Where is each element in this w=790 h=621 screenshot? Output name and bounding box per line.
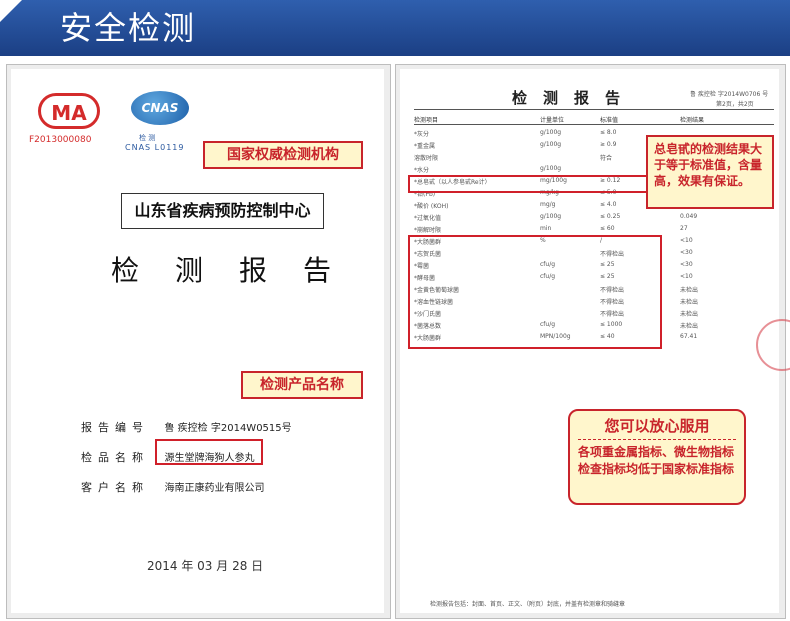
result-page-count: 第2页，共2页: [716, 101, 754, 108]
table-cell: *灰分: [414, 131, 430, 138]
field-label: 客户名称: [81, 481, 149, 494]
cma-code: F2013000080: [29, 135, 92, 145]
table-cell: *过氧化值: [414, 215, 442, 222]
table-cell: *水分: [414, 167, 430, 174]
authority-callout-text: 国家权威检测机构: [227, 147, 339, 163]
section-header: 安全检测: [0, 0, 790, 56]
product-callout-text: 检测产品名称: [260, 377, 344, 393]
organization-name: 山东省疾病预防控制中心: [121, 193, 324, 229]
table-cell: 67.41: [680, 333, 698, 340]
cnas-code: CNAS L0119: [125, 143, 185, 152]
field-value: 鲁 疾控检 字2014W0515号: [164, 423, 292, 434]
table-cell: mg/g: [540, 201, 556, 208]
table-cell: ≤ 8.0: [600, 129, 617, 136]
table-row: *过氧化值 g/100g ≤ 0.25 0.049: [400, 213, 790, 223]
table-header-rule: [414, 124, 774, 125]
saponin-highlight: [408, 175, 662, 193]
field-value: 海南正康药业有限公司: [164, 483, 265, 494]
table-cell: ≤ 60: [600, 225, 615, 232]
table-cell: <30: [680, 249, 693, 256]
cnas-logo: CNAS: [131, 91, 189, 125]
table-cell: g/100g: [540, 213, 562, 220]
report-title: 检测报告: [111, 254, 368, 287]
client-name-row: 客户名称 海南正康药业有限公司: [81, 479, 265, 495]
microbe-highlight: [408, 235, 662, 349]
report-number-row: 报告编号 鲁 疾控检 字2014W0515号: [81, 419, 292, 435]
cnas-subtitle: 检 测: [139, 134, 156, 142]
header-corner-mark: [0, 0, 22, 22]
table-cell: 未检出: [680, 287, 699, 294]
field-label: 报告编号: [81, 421, 149, 434]
table-cell: 符合: [600, 155, 613, 162]
right-report-panel: 检测报告 鲁 疾控检 字2014W0706 号 第2页，共2页 检测项目 计量单…: [395, 64, 790, 619]
product-name-highlight: [155, 439, 263, 465]
table-cell: *崩解时限: [414, 227, 442, 234]
table-cell: 未检出: [680, 299, 699, 306]
table-cell: ≤ 0.25: [600, 213, 621, 220]
table-cell: min: [540, 225, 552, 232]
table-cell: <10: [680, 273, 693, 280]
table-cell: *酸价 (KOH): [414, 203, 449, 210]
table-cell: <10: [680, 237, 693, 244]
result-page-number: 鲁 疾控检 字2014W0706 号: [690, 91, 769, 98]
table-cell: *重金属: [414, 143, 436, 150]
table-cell: <30: [680, 261, 693, 268]
table-cell: 27: [680, 225, 688, 232]
assurance-body: 各项重金属指标、微生物指标检查指标均低于国家标准指标: [578, 445, 735, 476]
col-header-standard: 标准值: [600, 117, 619, 124]
field-label: 检品名称: [81, 451, 149, 464]
table-cell: ≥ 0.9: [600, 141, 617, 148]
table-cell: ≤ 4.0: [600, 201, 617, 208]
table-cell: 0.049: [680, 213, 698, 220]
col-header-item: 检测项目: [414, 117, 439, 124]
result-page-footer: 检测报告包括：封面、首页、正文、（附页）封底，并盖有检测章和骑缝章: [430, 601, 626, 608]
product-callout: 检测产品名称: [241, 371, 363, 399]
table-cell: g/100g: [540, 141, 562, 148]
table-cell: g/100g: [540, 165, 562, 172]
assurance-callout: 您可以放心服用 各项重金属指标、微生物指标检查指标均低于国家标准指标: [568, 409, 746, 505]
left-report-panel: MA F2013000080 CNAS 检 测 CNAS L0119 山东省疾病…: [6, 64, 391, 619]
col-header-result: 检测结果: [680, 117, 705, 124]
section-title: 安全检测: [60, 9, 197, 47]
table-cell: 未检出: [680, 311, 699, 318]
assurance-title: 您可以放心服用: [578, 415, 736, 440]
saponin-callout: 总皂甙的检测结果大于等于标准值，含量高，效果有保证。: [646, 135, 774, 209]
table-cell: 未检出: [680, 323, 699, 330]
saponin-callout-text: 总皂甙的检测结果大于等于标准值，含量高，效果有保证。: [654, 142, 763, 188]
report-date: 2014 年 03 月 28 日: [147, 559, 264, 573]
col-header-unit: 计量单位: [540, 117, 565, 124]
table-top-rule: [414, 109, 774, 110]
authority-callout: 国家权威检测机构: [203, 141, 363, 169]
result-page-title: 检测报告: [512, 89, 637, 107]
cma-logo: MA: [38, 93, 100, 129]
table-cell: 溶散时限: [414, 155, 439, 162]
table-row: *崩解时限 min ≤ 60 27: [400, 225, 790, 235]
table-cell: g/100g: [540, 129, 562, 136]
